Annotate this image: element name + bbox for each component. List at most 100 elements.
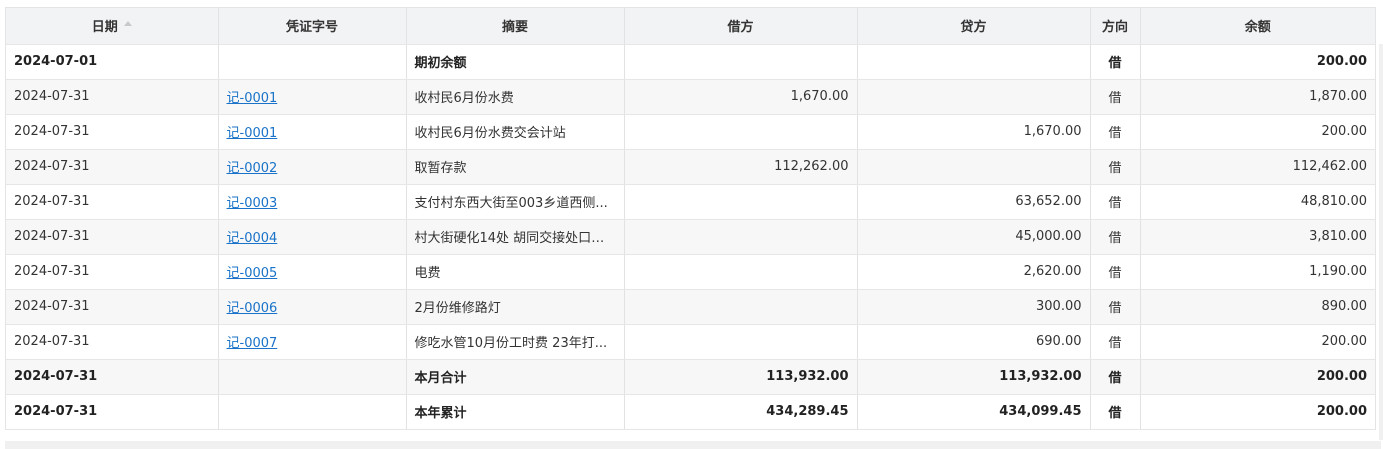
- cell-direction: 借: [1090, 394, 1141, 430]
- cell-direction: 借: [1090, 254, 1141, 290]
- cell-balance: 200.00: [1140, 114, 1375, 150]
- cell-direction: 借: [1090, 324, 1141, 360]
- cell-credit: 300.00: [857, 289, 1091, 325]
- voucher-link[interactable]: 记-0004: [227, 231, 278, 246]
- voucher-link[interactable]: 记-0001: [227, 126, 278, 141]
- cell-voucher: 记-0004: [218, 219, 407, 255]
- cell-date: 2024-07-31: [6, 359, 219, 395]
- cell-summary: 期初余额: [406, 44, 625, 80]
- column-header-voucher: 凭证字号: [218, 8, 407, 45]
- table-row[interactable]: 2024-07-31 记-0007 修吃水管10月份工时费 23年打... 690.0…: [6, 324, 1375, 360]
- cell-balance: 200.00: [1140, 44, 1375, 80]
- cell-summary: 本年累计: [406, 394, 625, 430]
- cell-voucher: 记-0006: [218, 289, 407, 325]
- voucher-link[interactable]: 记-0007: [227, 336, 278, 351]
- cell-summary: 收村民6月份水费交会计站: [406, 114, 625, 150]
- cell-direction: 借: [1090, 149, 1141, 185]
- cell-debit: 113,932.00: [624, 359, 858, 395]
- cell-date: 2024-07-31: [6, 394, 219, 430]
- table-row[interactable]: 2024-07-31 记-0002 取暂存款 112,262.00 借 112,462.0…: [6, 149, 1375, 185]
- cell-date: 2024-07-31: [6, 289, 219, 325]
- table-row[interactable]: 2024-07-31 本年累计 434,289.45 434,099.45 借 200.0…: [6, 394, 1375, 430]
- table-row[interactable]: 2024-07-31 记-0001 收村民6月份水费交会计站 1,670.00 借 200…: [6, 114, 1375, 150]
- cell-credit: 113,932.00: [857, 359, 1091, 395]
- cell-debit: 112,262.00: [624, 149, 858, 185]
- cell-credit: 434,099.45: [857, 394, 1091, 430]
- table-row[interactable]: 2024-07-31 本月合计 113,932.00 113,932.00 借 200.0…: [6, 359, 1375, 395]
- column-header-date[interactable]: 日期: [6, 8, 219, 45]
- cell-balance: 200.00: [1140, 359, 1375, 395]
- cell-debit: [624, 44, 858, 80]
- cell-debit: 1,670.00: [624, 79, 858, 115]
- cell-summary: 支付村东西大街至003乡道西侧...: [406, 184, 625, 220]
- cell-credit: 690.00: [857, 324, 1091, 360]
- column-header-direction: 方向: [1090, 8, 1141, 45]
- cell-voucher: 记-0001: [218, 79, 407, 115]
- column-header-balance: 余额: [1140, 8, 1375, 45]
- ledger-table-container: 日期 凭证字号 摘要 借方 贷方 方向 余额 2024-07-01 期初余额借 20…: [5, 7, 1376, 430]
- table-row[interactable]: 2024-07-31 记-0005 电费 2,620.00 借 1,190.00: [6, 254, 1375, 290]
- cell-debit: [624, 324, 858, 360]
- voucher-link[interactable]: 记-0003: [227, 196, 278, 211]
- column-header-credit: 贷方: [857, 8, 1091, 45]
- cell-credit: [857, 44, 1091, 80]
- cell-summary: 2月份维修路灯: [406, 289, 625, 325]
- cell-credit: 63,652.00: [857, 184, 1091, 220]
- cell-direction: 借: [1090, 114, 1141, 150]
- cell-date: 2024-07-31: [6, 184, 219, 220]
- voucher-link[interactable]: 记-0001: [227, 91, 278, 106]
- cell-balance: 48,810.00: [1140, 184, 1375, 220]
- cell-credit: [857, 149, 1091, 185]
- cell-summary: 修吃水管10月份工时费 23年打...: [406, 324, 625, 360]
- cell-debit: [624, 289, 858, 325]
- cell-voucher: 记-0007: [218, 324, 407, 360]
- table-row[interactable]: 2024-07-31 记-0006 2月份维修路灯 300.00 借 890.00: [6, 289, 1375, 325]
- cell-balance: 1,190.00: [1140, 254, 1375, 290]
- cell-direction: 借: [1090, 219, 1141, 255]
- cell-voucher: 记-0003: [218, 184, 407, 220]
- column-header-summary: 摘要: [406, 8, 625, 45]
- cell-summary: 取暂存款: [406, 149, 625, 185]
- cell-direction: 借: [1090, 289, 1141, 325]
- table-row[interactable]: 2024-07-31 记-0003 支付村东西大街至003乡道西侧... 63,652…: [6, 184, 1375, 220]
- ledger-table: 日期 凭证字号 摘要 借方 贷方 方向 余额 2024-07-01 期初余额借 20…: [6, 8, 1375, 430]
- cell-balance: 112,462.00: [1140, 149, 1375, 185]
- cell-date: 2024-07-31: [6, 254, 219, 290]
- cell-direction: 借: [1090, 184, 1141, 220]
- column-header-date-label: 日期: [91, 20, 118, 36]
- cell-credit: 1,670.00: [857, 114, 1091, 150]
- cell-date: 2024-07-31: [6, 324, 219, 360]
- cell-voucher: [218, 359, 407, 395]
- cell-date: 2024-07-31: [6, 219, 219, 255]
- cell-voucher: 记-0001: [218, 114, 407, 150]
- cell-date: 2024-07-31: [6, 114, 219, 150]
- voucher-link[interactable]: 记-0005: [227, 266, 278, 281]
- cell-balance: 200.00: [1140, 324, 1375, 360]
- cell-voucher: [218, 44, 407, 80]
- table-row[interactable]: 2024-07-01 期初余额 借 200.00: [6, 44, 1375, 80]
- cell-debit: [624, 114, 858, 150]
- cell-debit: [624, 219, 858, 255]
- cell-debit: [624, 184, 858, 220]
- cell-balance: 200.00: [1140, 394, 1375, 430]
- cell-direction: 借: [1090, 79, 1141, 115]
- cell-credit: 2,620.00: [857, 254, 1091, 290]
- cell-date: 2024-07-01: [6, 44, 219, 80]
- cell-summary: 本月合计: [406, 359, 625, 395]
- cell-direction: 借: [1090, 44, 1141, 80]
- cell-summary: 村大街硬化14处 胡同交接处口和...: [406, 219, 625, 255]
- table-row[interactable]: 2024-07-31 记-0001 收村民6月份水费 1,670.00 借 1,870.0…: [6, 79, 1375, 115]
- table-header-row: 日期 凭证字号 摘要 借方 贷方 方向 余额: [6, 8, 1375, 45]
- cell-voucher: 记-0002: [218, 149, 407, 185]
- sort-ascending-icon[interactable]: [123, 21, 132, 27]
- vertical-scrollbar-track[interactable]: [1379, 44, 1383, 440]
- voucher-link[interactable]: 记-0002: [227, 161, 278, 176]
- voucher-link[interactable]: 记-0006: [227, 301, 278, 316]
- cell-summary: 收村民6月份水费: [406, 79, 625, 115]
- column-header-debit: 借方: [624, 8, 858, 45]
- cell-voucher: [218, 394, 407, 430]
- ledger-table-body: 2024-07-01 期初余额借 200.00 2024-07-31 记-0001 收村民…: [6, 44, 1375, 430]
- table-row[interactable]: 2024-07-31 记-0004 村大街硬化14处 胡同交接处口和... 45,00…: [6, 219, 1375, 255]
- cell-voucher: 记-0005: [218, 254, 407, 290]
- horizontal-scrollbar-track[interactable]: [5, 441, 1381, 449]
